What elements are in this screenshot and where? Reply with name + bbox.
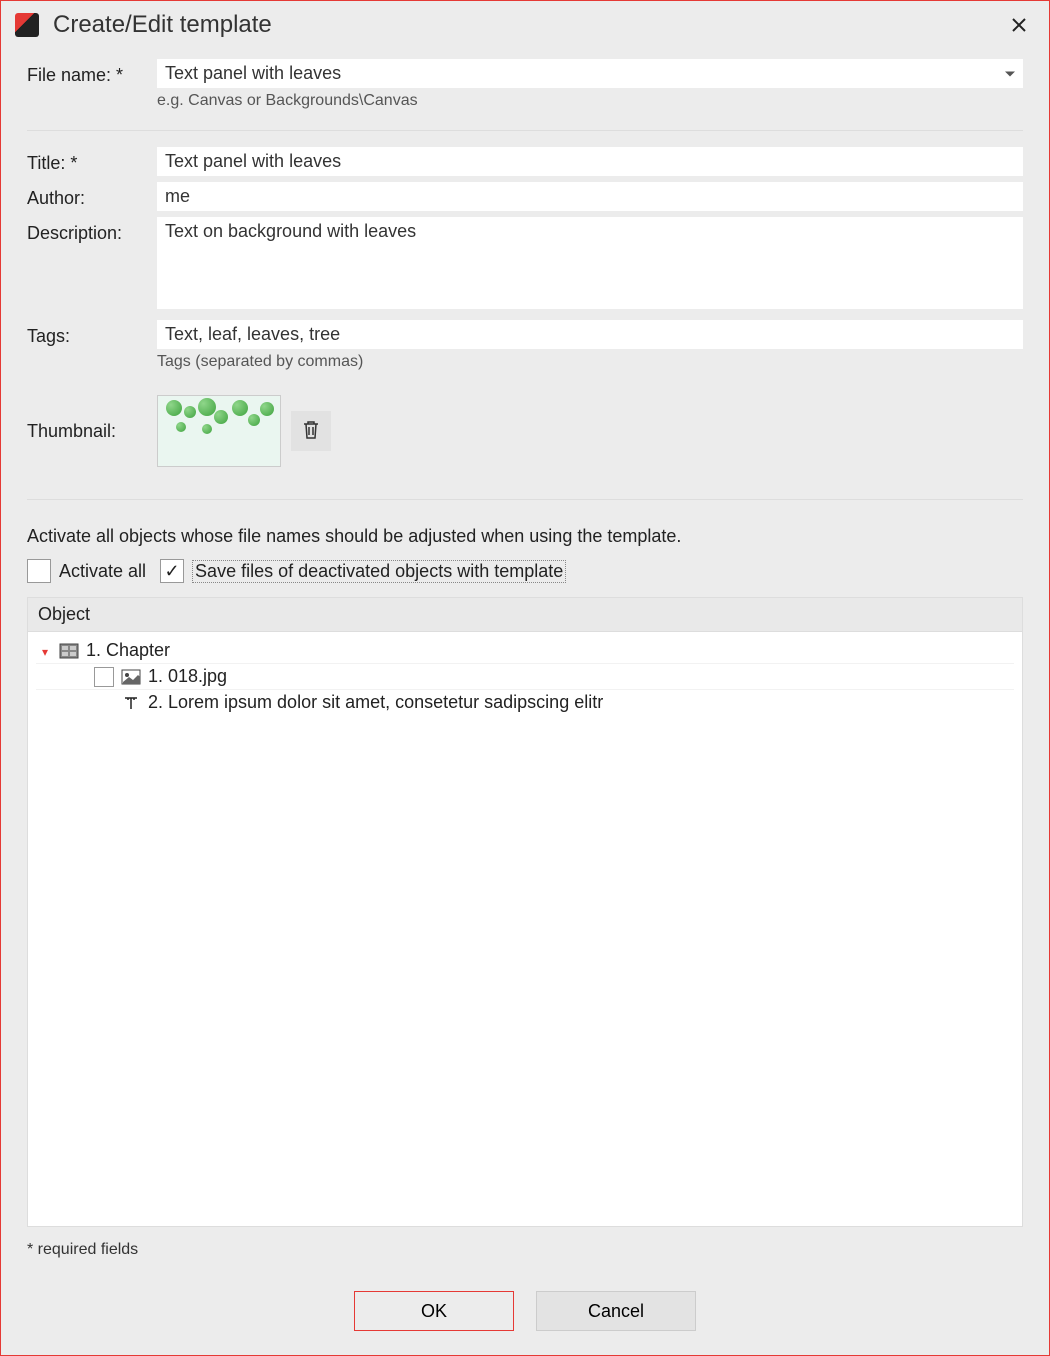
objects-instruction: Activate all objects whose file names sh… [27,526,1023,547]
app-icon [15,13,39,37]
expand-icon[interactable]: ▾ [42,645,54,657]
filename-dropdown[interactable] [157,59,1023,88]
divider [27,130,1023,131]
required-fields-note: * required fields [27,1241,1023,1259]
label-description: Description: [27,217,157,244]
save-deactivated-checkbox[interactable] [160,559,184,583]
checkbox-row: Activate all Save files of deactivated o… [27,559,1023,583]
activate-all-checkbox[interactable] [27,559,51,583]
tree-item-label: 1. Chapter [86,640,170,661]
label-thumbnail: Thumbnail: [27,421,157,442]
text-icon [120,694,142,712]
author-input[interactable] [157,182,1023,211]
filename-hint: e.g. Canvas or Backgrounds\Canvas [157,92,1023,110]
save-deactivated-label: Save files of deactivated objects with t… [192,560,566,583]
button-bar: OK Cancel [1,1267,1049,1355]
dialog-window: Create/Edit template File name: * e.g. C… [0,0,1050,1356]
titlebar: Create/Edit template [1,1,1049,49]
dialog-title: Create/Edit template [53,11,1005,39]
title-input[interactable] [157,147,1023,176]
tree-row-text[interactable]: 2. Lorem ipsum dolor sit amet, consetetu… [36,690,1014,715]
tree-item-checkbox[interactable] [94,667,114,687]
tree-row-chapter[interactable]: ▾ 1. Chapter [36,638,1014,664]
chapter-icon [58,642,80,660]
label-filename: File name: * [27,59,157,86]
activate-all-label: Activate all [59,561,146,582]
tree-header: Object [28,598,1022,632]
object-tree-panel: Object ▾ 1. Chapter 1. 018.jpg [27,597,1023,1227]
tree-row-image[interactable]: 1. 018.jpg [36,664,1014,690]
row-title: Title: * [27,147,1023,176]
row-tags: Tags: Tags (separated by commas) [27,320,1023,371]
delete-thumbnail-button[interactable] [291,411,331,451]
divider [27,499,1023,500]
tree-body[interactable]: ▾ 1. Chapter 1. 018.jpg [28,632,1022,1226]
row-thumbnail: Thumbnail: [27,395,1023,467]
trash-icon [302,420,320,443]
label-author: Author: [27,182,157,209]
image-icon [120,668,142,686]
label-title: Title: * [27,147,157,174]
tags-hint: Tags (separated by commas) [157,353,1023,371]
tags-input[interactable] [157,320,1023,349]
cancel-button[interactable]: Cancel [536,1291,696,1331]
label-tags: Tags: [27,320,157,347]
tree-item-label: 1. 018.jpg [148,666,227,687]
close-icon[interactable] [1005,11,1033,39]
row-description: Description: Text on background with lea… [27,217,1023,314]
row-filename: File name: * e.g. Canvas or Backgrounds\… [27,59,1023,110]
row-author: Author: [27,182,1023,211]
dialog-content: File name: * e.g. Canvas or Backgrounds\… [1,49,1049,1267]
description-input[interactable]: Text on background with leaves [157,217,1023,309]
thumbnail-preview[interactable] [157,395,281,467]
filename-input[interactable] [157,59,1023,88]
tree-item-label: 2. Lorem ipsum dolor sit amet, consetetu… [148,692,603,713]
ok-button[interactable]: OK [354,1291,514,1331]
